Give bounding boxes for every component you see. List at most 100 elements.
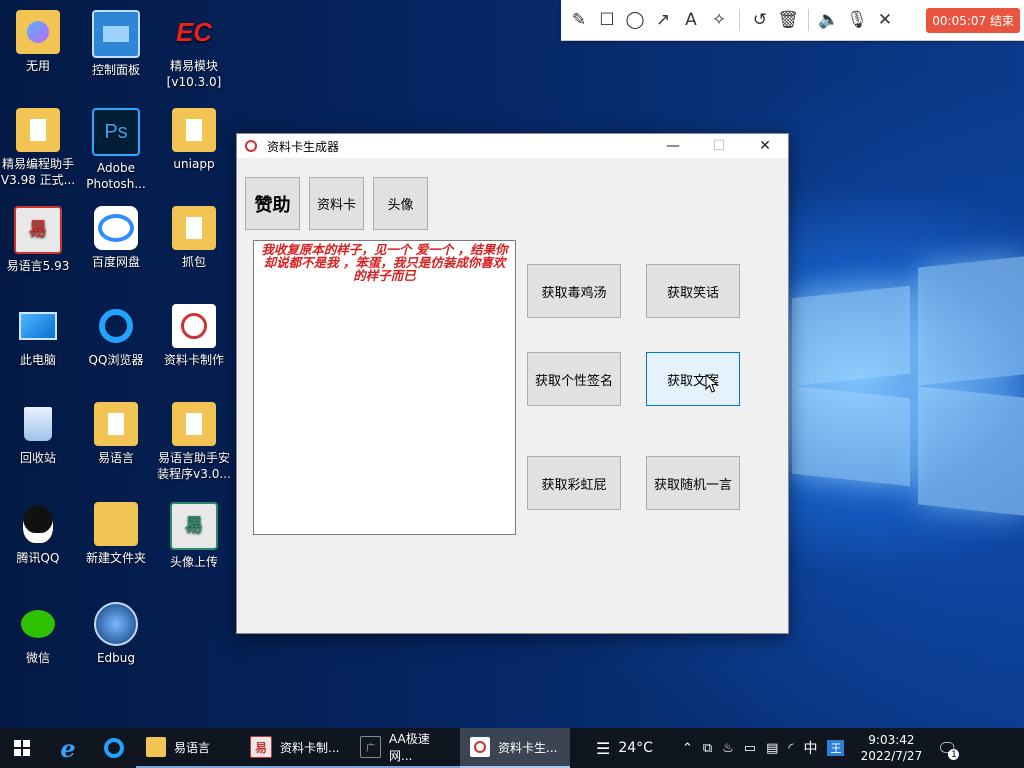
app-logo-icon	[243, 138, 259, 154]
close-button[interactable]: ✕	[742, 134, 788, 158]
yiyuyan-icon: 易	[250, 736, 272, 758]
taskbar-app-ziliaokazhizuo[interactable]: 易 资料卡制...	[240, 728, 350, 768]
photoshop-icon: Ps	[92, 108, 140, 156]
taskview-tray-icon[interactable]: ▤	[761, 728, 783, 768]
stop-recording-button[interactable]: 00:05:07 结束	[926, 7, 1020, 33]
get-signature-button[interactable]: 获取个性签名	[527, 352, 621, 406]
desktop-icon-bianchengzhushou[interactable]: 精易编程助手 V3.98 正式...	[0, 108, 78, 188]
folder-icon	[16, 108, 60, 152]
folder-icon	[172, 108, 216, 152]
yiyuyan-icon: 易	[170, 502, 218, 550]
profile-card-button[interactable]: 资料卡	[309, 177, 364, 230]
windows-logo-icon	[14, 740, 30, 756]
weather-widget[interactable]: ☰ 24°C	[596, 728, 653, 768]
rectangle-icon[interactable]: ☐	[593, 6, 621, 34]
undo-icon[interactable]: ↺	[746, 6, 774, 34]
get-copywriting-button[interactable]: 获取文案	[646, 352, 740, 406]
desktop-icon-jingyimokuai[interactable]: EC 精易模块 [v10.3.0]	[154, 10, 234, 90]
desktop-icon-qqbrowser[interactable]: QQ浏览器	[76, 304, 156, 368]
get-rainbow-fart-button[interactable]: 获取彩虹屁	[527, 456, 621, 510]
desktop-icon-controlpanel[interactable]: 控制面板	[76, 10, 156, 78]
app-logo-icon	[172, 304, 216, 348]
magic-wand-icon[interactable]: ✧	[705, 6, 733, 34]
desktop-icon-baiduwangpan[interactable]: 百度网盘	[76, 206, 156, 270]
trash-icon[interactable]: 🗑	[774, 6, 802, 34]
windows-logo-pane	[918, 256, 1024, 386]
notification-center-button[interactable]: 🗨 1	[929, 728, 965, 768]
folder-icon	[94, 402, 138, 446]
mic-tray-icon[interactable]: ♨	[717, 728, 739, 768]
computer-icon	[16, 304, 60, 348]
taskbar-app-yiyuyan[interactable]: 易语言	[136, 728, 240, 768]
yiyuyan-icon: 易	[14, 206, 62, 254]
taskbar-app-ziliaokashengcheng[interactable]: 资料卡生...	[460, 728, 570, 768]
taskbar-ie-button[interactable]: e	[44, 728, 92, 768]
desktop-icon-zhushouanzhuang[interactable]: 易语言助手安 装程序v3.0...	[154, 402, 234, 482]
mouse-cursor-icon	[705, 374, 719, 393]
start-button[interactable]	[0, 728, 44, 768]
show-hidden-icons-chevron[interactable]: ⌃	[677, 728, 698, 768]
text-tool-icon[interactable]: A	[677, 6, 705, 34]
control-panel-icon	[92, 10, 140, 58]
taskbar-qqbrowser-button[interactable]	[92, 728, 136, 768]
get-poison-soup-button[interactable]: 获取毒鸡汤	[527, 264, 621, 318]
taskbar-app-aa-browser[interactable]: 广 AA极速网...	[350, 728, 460, 768]
taskbar: e 易语言 易 资料卡制... 广 AA极速网... 资料卡生... ☰ 24°…	[0, 728, 1024, 768]
notification-count: 1	[948, 749, 960, 760]
desktop-icon-ziliaokazhizuo[interactable]: 资料卡制作	[154, 304, 234, 368]
desktop-icon-zhuabao[interactable]: 抓包	[154, 206, 234, 270]
wifi-icon[interactable]: ◜	[783, 728, 798, 768]
speaker-icon[interactable]: 🔈	[815, 6, 843, 34]
close-icon[interactable]: ✕	[871, 6, 899, 34]
qq-browser-icon	[94, 304, 138, 348]
desktop-icon-photoshop[interactable]: Ps Adobe Photosh...	[76, 108, 156, 192]
microphone-icon[interactable]: 🎙	[843, 6, 871, 34]
qq-penguin-icon	[16, 502, 60, 546]
windows-logo-pane	[918, 386, 1024, 516]
sponsor-button[interactable]: 赞助	[245, 177, 300, 230]
ime-mode-icon[interactable]: 王	[822, 728, 849, 768]
clock[interactable]: 9:03:42 2022/7/27	[853, 728, 929, 768]
weather-lines-icon: ☰	[596, 738, 611, 758]
folder-icon	[16, 10, 60, 54]
result-text: 我收复原本的样子，见一个 爱一个 ，结果你却说都不是我 ，笨蛋，我只是仿装成你喜…	[261, 242, 508, 283]
desktop-icon-edbug[interactable]: Edbug	[76, 602, 156, 666]
get-random-quote-button[interactable]: 获取随机一言	[646, 456, 740, 510]
ime-indicator[interactable]: 中	[798, 728, 822, 768]
desktop-icon-touxiangshangchuan[interactable]: 易 头像上传	[154, 502, 234, 570]
folder-icon	[172, 402, 216, 446]
desktop-icon-uniapp[interactable]: uniapp	[154, 108, 234, 172]
desktop-icon-newfolder[interactable]: 新建文件夹	[76, 502, 156, 566]
wechat-icon	[16, 602, 60, 646]
divider	[739, 9, 740, 31]
ec-logo-icon: EC	[175, 17, 213, 47]
screen-capture-icon[interactable]: ⧉	[698, 728, 717, 768]
desktop-icon-wuyong[interactable]: 无用	[0, 10, 78, 74]
arrow-icon[interactable]: ↗	[649, 6, 677, 34]
battery-icon[interactable]: ▭	[739, 728, 761, 768]
desktop-icon-thispc[interactable]: 此电脑	[0, 304, 78, 368]
app-window: 资料卡生成器 — ☐ ✕ 赞助 资料卡 头像 我收复原本的样子，见一个 爱一个 …	[236, 133, 789, 634]
get-jokes-button[interactable]: 获取笑话	[646, 264, 740, 318]
desktop-icon-qq[interactable]: 腾讯QQ	[0, 502, 78, 566]
desktop-icon-wechat[interactable]: 微信	[0, 602, 78, 666]
app-logo-icon	[470, 737, 490, 757]
folder-icon	[146, 737, 166, 757]
clock-time: 9:03:42	[868, 733, 915, 747]
recorder-toolbar: ✎ ☐ ◯ ↗ A ✧ ↺ 🗑 🔈 🎙 ✕ 00:05:07 结束	[561, 0, 1024, 41]
windows-logo-pane	[792, 385, 910, 487]
qq-browser-icon	[104, 738, 124, 758]
result-textarea[interactable]: 我收复原本的样子，见一个 爱一个 ，结果你却说都不是我 ，笨蛋，我只是仿装成你喜…	[253, 240, 516, 535]
windows-logo-pane	[792, 285, 910, 387]
desktop-icon-yiyuyan[interactable]: 易语言	[76, 402, 156, 466]
folder-icon	[172, 206, 216, 250]
title-bar[interactable]: 资料卡生成器 — ☐ ✕	[237, 134, 788, 158]
pen-icon[interactable]: ✎	[565, 6, 593, 34]
avatar-button[interactable]: 头像	[373, 177, 428, 230]
minimize-button[interactable]: —	[650, 134, 696, 158]
desktop-icon-yiyuyan593[interactable]: 易 易语言5.93	[0, 206, 78, 274]
desktop-icon-recyclebin[interactable]: 回收站	[0, 402, 78, 466]
clock-date: 2022/7/27	[860, 749, 923, 763]
ad-icon: 广	[360, 736, 381, 758]
circle-icon[interactable]: ◯	[621, 6, 649, 34]
